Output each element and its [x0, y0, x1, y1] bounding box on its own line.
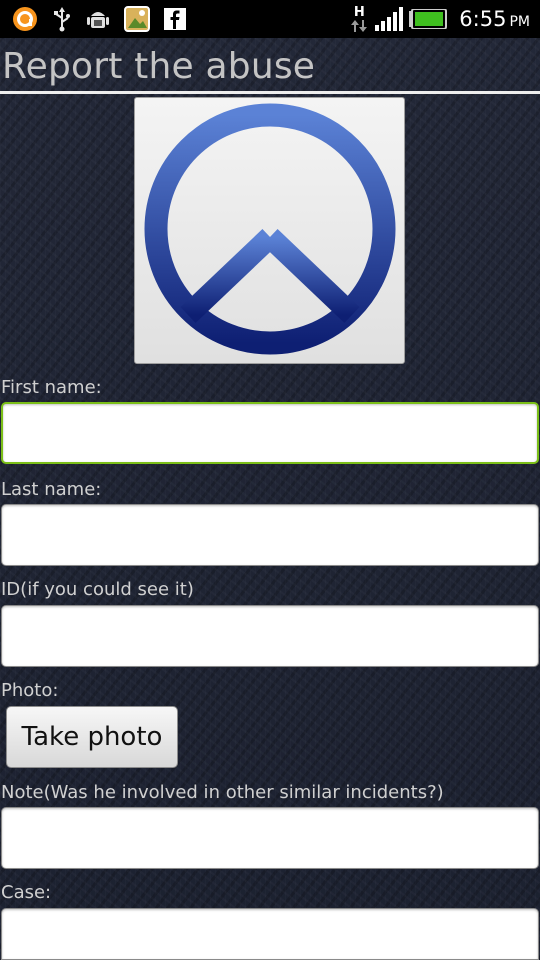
status-bar: H 6:55 PM [0, 0, 540, 38]
page-title: Report the abuse [2, 46, 316, 87]
facebook-icon [164, 8, 186, 30]
system-icons: H 6:55 PM [349, 0, 540, 38]
peace-icon [144, 101, 396, 361]
last-name-label: Last name: [1, 479, 102, 500]
id-field[interactable] [1, 605, 539, 667]
first-name-field[interactable] [1, 402, 539, 464]
network-type-icon: H [349, 6, 369, 33]
battery-icon [409, 9, 448, 29]
android-debug-icon [86, 6, 110, 32]
orange-app-icon [12, 6, 38, 32]
notification-icons [0, 0, 186, 38]
photo-label: Photo: [1, 680, 59, 701]
note-field[interactable] [1, 807, 539, 869]
network-type-label: H [353, 4, 365, 20]
picture-icon [124, 6, 150, 32]
take-photo-button[interactable]: Take photo [6, 706, 178, 768]
first-name-label: First name: [1, 377, 102, 398]
logo-image [134, 97, 405, 364]
case-field[interactable] [1, 908, 539, 960]
usb-icon [52, 6, 72, 32]
note-label: Note(Was he involved in other similar in… [1, 782, 444, 803]
last-name-field[interactable] [1, 504, 539, 566]
id-label: ID(if you could see it) [1, 579, 194, 600]
signal-icon [375, 7, 404, 31]
clock: 6:55 PM [459, 7, 530, 31]
case-label: Case: [1, 882, 52, 903]
title-bar: Report the abuse [0, 38, 540, 94]
clock-ampm: PM [509, 14, 530, 30]
clock-time: 6:55 [459, 7, 507, 31]
